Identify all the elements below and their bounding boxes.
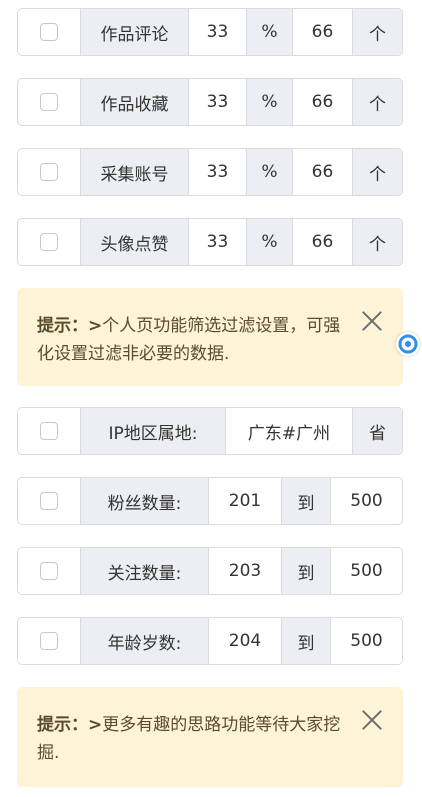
min-input[interactable]: 201 — [208, 478, 281, 524]
min-input[interactable]: 203 — [208, 548, 281, 594]
max-input[interactable]: 66 — [292, 219, 352, 265]
min-input[interactable]: 204 — [208, 618, 281, 664]
max-input[interactable]: 66 — [292, 149, 352, 195]
separator: % — [246, 79, 292, 125]
filter-row-favorites: 作品收藏 33 % 66 个 — [17, 78, 403, 126]
tip-prefix: 提示：> — [37, 715, 103, 735]
unit-label: 个 — [352, 149, 402, 195]
filter-label: 作品评论 — [81, 9, 188, 55]
filter-row-followers: 粉丝数量: 201 到 500 — [17, 477, 403, 525]
region-input[interactable]: 广东#广州 — [225, 408, 352, 454]
min-input[interactable]: 33 — [188, 149, 246, 195]
tip-prefix: 提示：> — [37, 316, 103, 336]
filter-label: 年龄岁数: — [81, 618, 208, 664]
filter-row-comments: 作品评论 33 % 66 个 — [17, 8, 403, 56]
min-input[interactable]: 33 — [188, 9, 246, 55]
checkbox[interactable] — [18, 548, 81, 594]
max-input[interactable]: 66 — [292, 79, 352, 125]
checkbox[interactable] — [18, 149, 81, 195]
unit-label: 个 — [352, 219, 402, 265]
checkbox[interactable] — [18, 9, 81, 55]
filter-label: 关注数量: — [81, 548, 208, 594]
checkbox[interactable] — [18, 478, 81, 524]
filter-row-ip-region: IP地区属地: 广东#广州 省 — [17, 407, 403, 455]
filter-label: 头像点赞 — [81, 219, 188, 265]
max-input[interactable]: 500 — [330, 618, 402, 664]
close-icon[interactable] — [359, 707, 385, 733]
min-input[interactable]: 33 — [188, 79, 246, 125]
tip-notice: 提示：>更多有趣的思路功能等待大家挖掘. — [17, 687, 403, 787]
checkbox[interactable] — [18, 618, 81, 664]
separator: % — [246, 149, 292, 195]
filter-label: IP地区属地: — [81, 408, 225, 454]
checkbox[interactable] — [18, 219, 81, 265]
max-input[interactable]: 500 — [330, 548, 402, 594]
checkbox[interactable] — [18, 408, 81, 454]
filter-row-avatar-likes: 头像点赞 33 % 66 个 — [17, 218, 403, 266]
filter-row-collect-accounts: 采集账号 33 % 66 个 — [17, 148, 403, 196]
checkbox[interactable] — [18, 79, 81, 125]
filter-label: 粉丝数量: — [81, 478, 208, 524]
unit-label: 个 — [352, 9, 402, 55]
filter-row-following: 关注数量: 203 到 500 — [17, 547, 403, 595]
close-icon[interactable] — [359, 308, 385, 334]
separator: 到 — [281, 548, 330, 594]
unit-label: 个 — [352, 79, 402, 125]
tip-notice: 提示：>个人页功能筛选过滤设置，可强化设置过滤非必要的数据. — [17, 288, 403, 386]
separator: 到 — [281, 618, 330, 664]
filter-label: 作品收藏 — [81, 79, 188, 125]
filter-label: 采集账号 — [81, 149, 188, 195]
separator: % — [246, 9, 292, 55]
unit-label: 省 — [352, 408, 402, 454]
max-input[interactable]: 500 — [330, 478, 402, 524]
max-input[interactable]: 66 — [292, 9, 352, 55]
separator: % — [246, 219, 292, 265]
filter-row-age: 年龄岁数: 204 到 500 — [17, 617, 403, 665]
separator: 到 — [281, 478, 330, 524]
min-input[interactable]: 33 — [188, 219, 246, 265]
assistant-icon[interactable] — [396, 332, 420, 356]
